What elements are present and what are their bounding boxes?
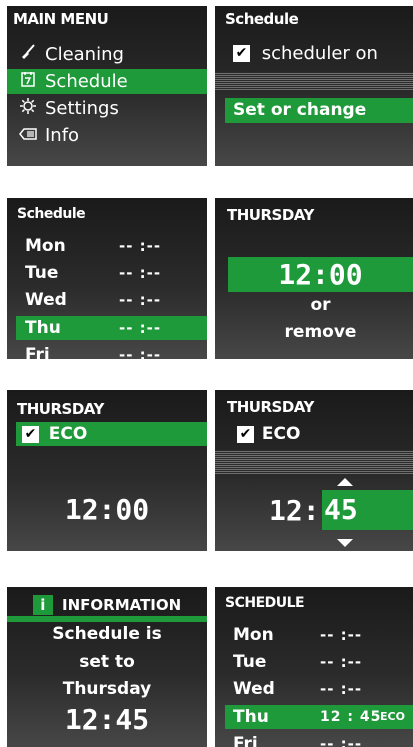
schedule-row-thu[interactable]: Thu 12 : 45 ECO (225, 705, 413, 729)
gear-icon (17, 96, 39, 121)
set-or-change-button[interactable]: Set or change (225, 98, 413, 123)
arrow-down-icon[interactable] (337, 539, 353, 547)
scheduler-checkbox-row[interactable]: ✔ scheduler on (233, 42, 378, 64)
day-label: Wed (233, 679, 275, 699)
info-title: INFORMATION (62, 596, 182, 614)
eco-tag: ECO (380, 710, 405, 723)
panel-title: Schedule (17, 206, 86, 222)
time-value: 12:00 (278, 258, 363, 291)
broom-icon (17, 42, 39, 67)
schedule-toggle-panel: Schedule ✔ scheduler on Set or change (215, 6, 413, 166)
schedule-final-panel: SCHEDULE Mon -- :-- Tue -- :-- Wed -- :-… (215, 587, 413, 747)
remove-option[interactable]: remove (228, 322, 413, 342)
menu-item-info[interactable]: Info (7, 123, 207, 148)
calendar-icon (17, 69, 39, 94)
minutes-selector[interactable]: 45 (322, 490, 413, 530)
divider-pattern (215, 450, 413, 474)
panel-title: SCHEDULE (225, 595, 305, 611)
time-selector[interactable]: 12:00 (228, 257, 413, 292)
menu-item-settings[interactable]: Settings (7, 96, 207, 121)
day-label: Fri (25, 345, 50, 359)
schedule-row-fri[interactable]: Fri -- :-- (215, 732, 413, 747)
time-value: -- :-- (119, 237, 162, 255)
time-value: -- :-- (320, 626, 363, 644)
menu-item-schedule[interactable]: Schedule (7, 69, 207, 94)
schedule-row-wed[interactable]: Wed -- :-- (215, 677, 413, 701)
eco-checkbox-row[interactable]: ✔ ECO (237, 424, 300, 444)
day-label: Mon (25, 236, 66, 256)
schedule-row-thu[interactable]: Thu -- :-- (16, 316, 207, 340)
panel-title: THURSDAY (227, 398, 314, 416)
time-value: -- :-- (119, 264, 162, 282)
menu-item-label: Cleaning (45, 44, 124, 65)
info-badge-icon: i (32, 595, 53, 615)
panel-title: THURSDAY (227, 206, 314, 224)
checkbox-checked-icon[interactable]: ✔ (233, 44, 250, 62)
divider-pattern (215, 72, 413, 90)
menu-item-label: Settings (45, 98, 119, 119)
panel-title: Schedule (225, 10, 299, 28)
eco-checkbox-row[interactable]: ✔ ECO (16, 422, 207, 446)
schedule-list-panel: Schedule Mon -- :-- Tue -- :-- Wed -- :-… (7, 198, 207, 359)
schedule-row-tue[interactable]: Tue -- :-- (215, 650, 413, 674)
thursday-eco-panel: THURSDAY ✔ ECO 12:00 (7, 390, 207, 551)
day-label: Tue (233, 652, 267, 672)
panel-title: MAIN MENU (13, 10, 109, 28)
time-value: -- :-- (320, 680, 363, 698)
schedule-row-mon[interactable]: Mon -- :-- (215, 623, 413, 647)
day-label: Tue (25, 263, 59, 283)
arrow-up-icon[interactable] (337, 478, 353, 486)
day-label: Thu (233, 707, 269, 727)
time-value: -- :-- (119, 291, 162, 309)
info-icon (17, 123, 39, 148)
info-line-3: Thursday (62, 679, 152, 699)
time-value: 12 : 45 (320, 709, 382, 725)
eco-label: ECO (261, 424, 301, 444)
panel-title: THURSDAY (17, 400, 104, 418)
schedule-row-fri[interactable]: Fri -- :-- (7, 343, 207, 359)
info-time: 12:45 (64, 703, 150, 736)
schedule-row-mon[interactable]: Mon -- :-- (7, 234, 207, 258)
day-label: Mon (233, 625, 274, 645)
thursday-set-panel: THURSDAY 12:00 or remove (215, 198, 413, 359)
day-label: Fri (233, 734, 258, 747)
info-line-1: Schedule is (52, 624, 162, 644)
day-label: Wed (25, 290, 67, 310)
menu-item-cleaning[interactable]: Cleaning (7, 42, 207, 67)
menu-item-label: Info (45, 125, 80, 146)
hours-value: 12: (269, 494, 320, 527)
schedule-row-wed[interactable]: Wed -- :-- (7, 288, 207, 312)
main-menu-panel: MAIN MENU Cleaning Schedule Settings Inf… (7, 6, 207, 166)
info-line-2: set to (79, 652, 135, 672)
information-panel: i INFORMATION Schedule is set to Thursda… (7, 587, 207, 747)
minutes-value: 45 (324, 493, 358, 526)
thursday-edit-panel: THURSDAY ✔ ECO 12: 45 (215, 390, 413, 551)
info-header: i INFORMATION (7, 595, 207, 615)
time-value: -- :-- (320, 653, 363, 671)
checkbox-label: scheduler on (261, 42, 378, 64)
info-underline (7, 616, 207, 622)
or-label: or (310, 295, 331, 315)
time-value: -- :-- (119, 346, 162, 359)
menu-item-label: Schedule (45, 71, 128, 92)
eco-label: ECO (48, 424, 88, 444)
schedule-row-tue[interactable]: Tue -- :-- (7, 261, 207, 285)
set-or-change-label: Set or change (233, 100, 367, 120)
time-value: -- :-- (320, 735, 363, 747)
checkbox-checked-icon[interactable]: ✔ (237, 425, 254, 443)
time-value: -- :-- (119, 319, 162, 337)
day-label: Thu (25, 318, 61, 338)
checkbox-checked-icon[interactable]: ✔ (22, 425, 39, 443)
time-value: 12:00 (64, 493, 150, 526)
